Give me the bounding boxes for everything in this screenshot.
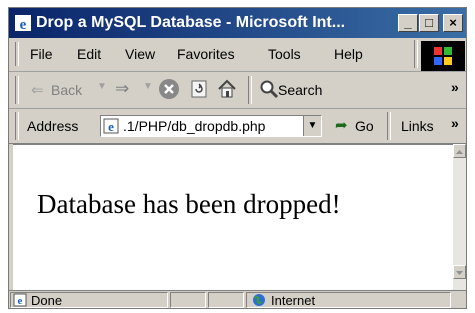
search-button[interactable]: Search bbox=[278, 82, 322, 98]
menu-grip bbox=[15, 42, 19, 66]
menu-bar: File Edit View Favorites Tools Help bbox=[9, 38, 466, 72]
toolbar-grip bbox=[15, 76, 19, 104]
minimize-button[interactable]: _ bbox=[398, 14, 418, 32]
menu-file[interactable]: File bbox=[30, 46, 53, 62]
address-bar: Address e .1/PHP/db_dropdb.php ▼ ➦ Go Li… bbox=[9, 109, 466, 144]
address-label: Address bbox=[27, 118, 79, 134]
svg-text:e: e bbox=[18, 295, 23, 307]
address-url[interactable]: .1/PHP/db_dropdb.php bbox=[123, 118, 265, 134]
address-field[interactable]: e .1/PHP/db_dropdb.php ▼ bbox=[100, 115, 322, 137]
window-title: Drop a MySQL Database - Microsoft Int... bbox=[36, 14, 346, 31]
browser-window: e Drop a MySQL Database - Microsoft Int.… bbox=[8, 7, 467, 309]
ie-logo-icon: e bbox=[15, 15, 31, 32]
close-button[interactable]: × bbox=[443, 14, 463, 32]
back-arrow-icon[interactable]: ⇐ bbox=[31, 81, 44, 99]
scroll-down-arrow-icon bbox=[456, 271, 463, 275]
maximize-button[interactable]: □ bbox=[419, 14, 439, 32]
search-icon[interactable] bbox=[259, 79, 279, 99]
page-content: Database has been dropped! bbox=[13, 144, 453, 291]
vertical-scrollbar[interactable] bbox=[453, 144, 466, 290]
menu-tools[interactable]: Tools bbox=[268, 46, 301, 62]
go-button[interactable]: Go bbox=[355, 118, 374, 134]
status-pane-empty bbox=[208, 292, 244, 308]
links-button[interactable]: Links bbox=[401, 118, 434, 134]
stop-icon[interactable] bbox=[158, 78, 180, 100]
zone-pane: Internet bbox=[246, 292, 451, 308]
menu-favorites[interactable]: Favorites bbox=[177, 46, 235, 62]
status-message: Database has been dropped! bbox=[37, 189, 341, 219]
home-icon[interactable] bbox=[216, 78, 238, 100]
forward-arrow-icon[interactable]: ⇒ bbox=[115, 79, 129, 99]
refresh-icon[interactable] bbox=[189, 79, 209, 99]
status-bar: e Done Internet bbox=[9, 290, 466, 308]
menu-separator bbox=[414, 40, 418, 68]
links-separator bbox=[387, 112, 391, 140]
menu-view[interactable]: View bbox=[125, 46, 155, 62]
zone-label: Internet bbox=[271, 293, 316, 308]
toolbar-overflow-chevron-icon[interactable]: » bbox=[451, 79, 459, 95]
page-done-icon: e bbox=[13, 293, 27, 307]
back-button[interactable]: Back bbox=[51, 82, 82, 98]
menu-help[interactable]: Help bbox=[334, 46, 363, 62]
status-pane: e Done bbox=[10, 292, 168, 308]
menu-edit[interactable]: Edit bbox=[77, 46, 101, 62]
back-dropdown-icon[interactable]: ▼ bbox=[97, 81, 107, 92]
links-overflow-chevron-icon[interactable]: » bbox=[451, 115, 459, 131]
forward-dropdown-icon[interactable]: ▼ bbox=[143, 81, 153, 92]
status-text: Done bbox=[31, 293, 63, 308]
svg-text:e: e bbox=[20, 17, 27, 32]
scroll-up-arrow-icon bbox=[456, 150, 463, 154]
go-arrow-icon[interactable]: ➦ bbox=[335, 116, 348, 134]
address-grip bbox=[15, 112, 19, 140]
scroll-down-button[interactable] bbox=[453, 265, 466, 279]
standard-toolbar: ⇐ Back ▼ ⇒ ▼ Search » bbox=[9, 72, 466, 109]
address-dropdown-icon[interactable]: ▼ bbox=[303, 116, 321, 136]
svg-text:e: e bbox=[108, 119, 114, 134]
title-bar: e Drop a MySQL Database - Microsoft Int.… bbox=[9, 8, 466, 38]
page-icon: e bbox=[103, 118, 119, 134]
toolbar-separator bbox=[248, 76, 252, 104]
status-pane-empty bbox=[170, 292, 206, 308]
scroll-up-button[interactable] bbox=[453, 144, 466, 158]
globe-icon bbox=[253, 294, 265, 306]
windows-logo-icon bbox=[421, 41, 465, 71]
